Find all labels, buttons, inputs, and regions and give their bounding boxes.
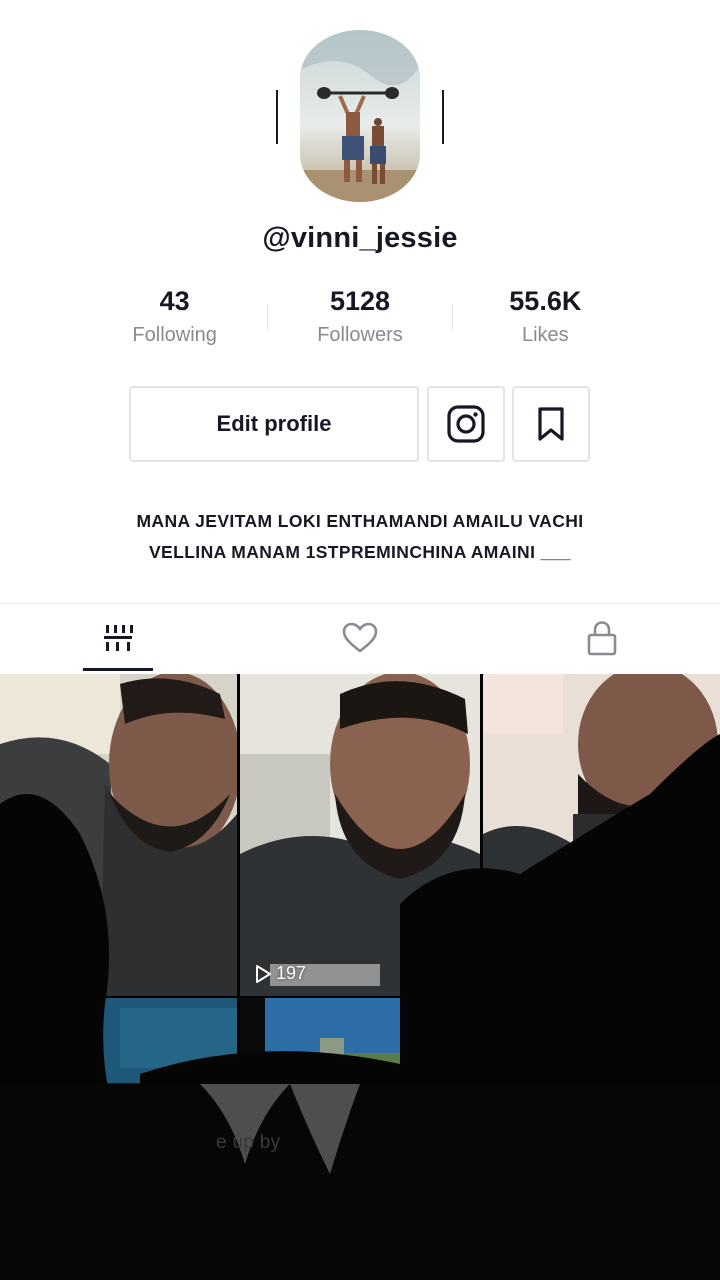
- stat-likes[interactable]: 55.6K Likes: [453, 284, 638, 356]
- stat-following-value: 43: [159, 286, 190, 316]
- instagram-button[interactable]: [427, 386, 505, 462]
- bio-line: MANA JEVITAM LOKI ENTHAMANDI AMAILU VACH…: [136, 511, 584, 531]
- avatar[interactable]: [300, 30, 420, 202]
- video-grid: 197: [0, 674, 720, 1280]
- tab-videos[interactable]: [78, 612, 158, 664]
- tabs-divider: [0, 603, 720, 604]
- tab-private[interactable]: [562, 612, 642, 664]
- instagram-icon: [447, 405, 485, 443]
- video-thumbnail[interactable]: [483, 674, 720, 996]
- video-thumbnail[interactable]: [0, 674, 237, 996]
- video-views: 197: [276, 963, 307, 983]
- stat-likes-label: Likes: [521, 324, 569, 346]
- stat-likes-value: 55.6K: [509, 286, 582, 316]
- profile-bio: MANA JEVITAM LOKI ENTHAMANDI AMAILU VACH…: [0, 506, 720, 568]
- profile-stats: 43 Following 5128 Followers 55.6K Likes: [82, 284, 638, 356]
- stat-following[interactable]: 43 Following: [82, 284, 267, 356]
- obscured-caption: e up by: [216, 1132, 281, 1153]
- stat-divider: [267, 304, 268, 330]
- avatar-frame-bar-right: [442, 90, 444, 144]
- video-thumbnail[interactable]: [0, 998, 237, 1280]
- bookmark-button[interactable]: [512, 386, 590, 462]
- bookmark-icon: [538, 407, 564, 441]
- stat-followers[interactable]: 5128 Followers: [267, 284, 452, 356]
- video-view-count: 197: [254, 963, 306, 984]
- stat-followers-label: Followers: [317, 324, 403, 346]
- avatar-frame-bar-left: [276, 90, 278, 144]
- stat-followers-value: 5128: [329, 286, 391, 316]
- lock-icon: [587, 621, 617, 656]
- stat-following-label: Following: [132, 324, 217, 346]
- edit-profile-button[interactable]: Edit profile: [129, 386, 419, 462]
- stat-divider: [452, 304, 453, 330]
- heart-icon: [342, 622, 378, 653]
- tab-liked[interactable]: [320, 612, 400, 664]
- bio-line: VELLINA MANAM 1STPREMINCHINA AMAINI ___: [148, 542, 571, 562]
- username: @vinni_jessie: [262, 222, 458, 254]
- play-icon: [256, 964, 271, 983]
- video-thumbnail[interactable]: 197: [240, 674, 480, 996]
- videos-grid-icon: [104, 625, 133, 651]
- tab-active-indicator: [83, 668, 153, 671]
- profile-avatar-frame: [276, 30, 444, 202]
